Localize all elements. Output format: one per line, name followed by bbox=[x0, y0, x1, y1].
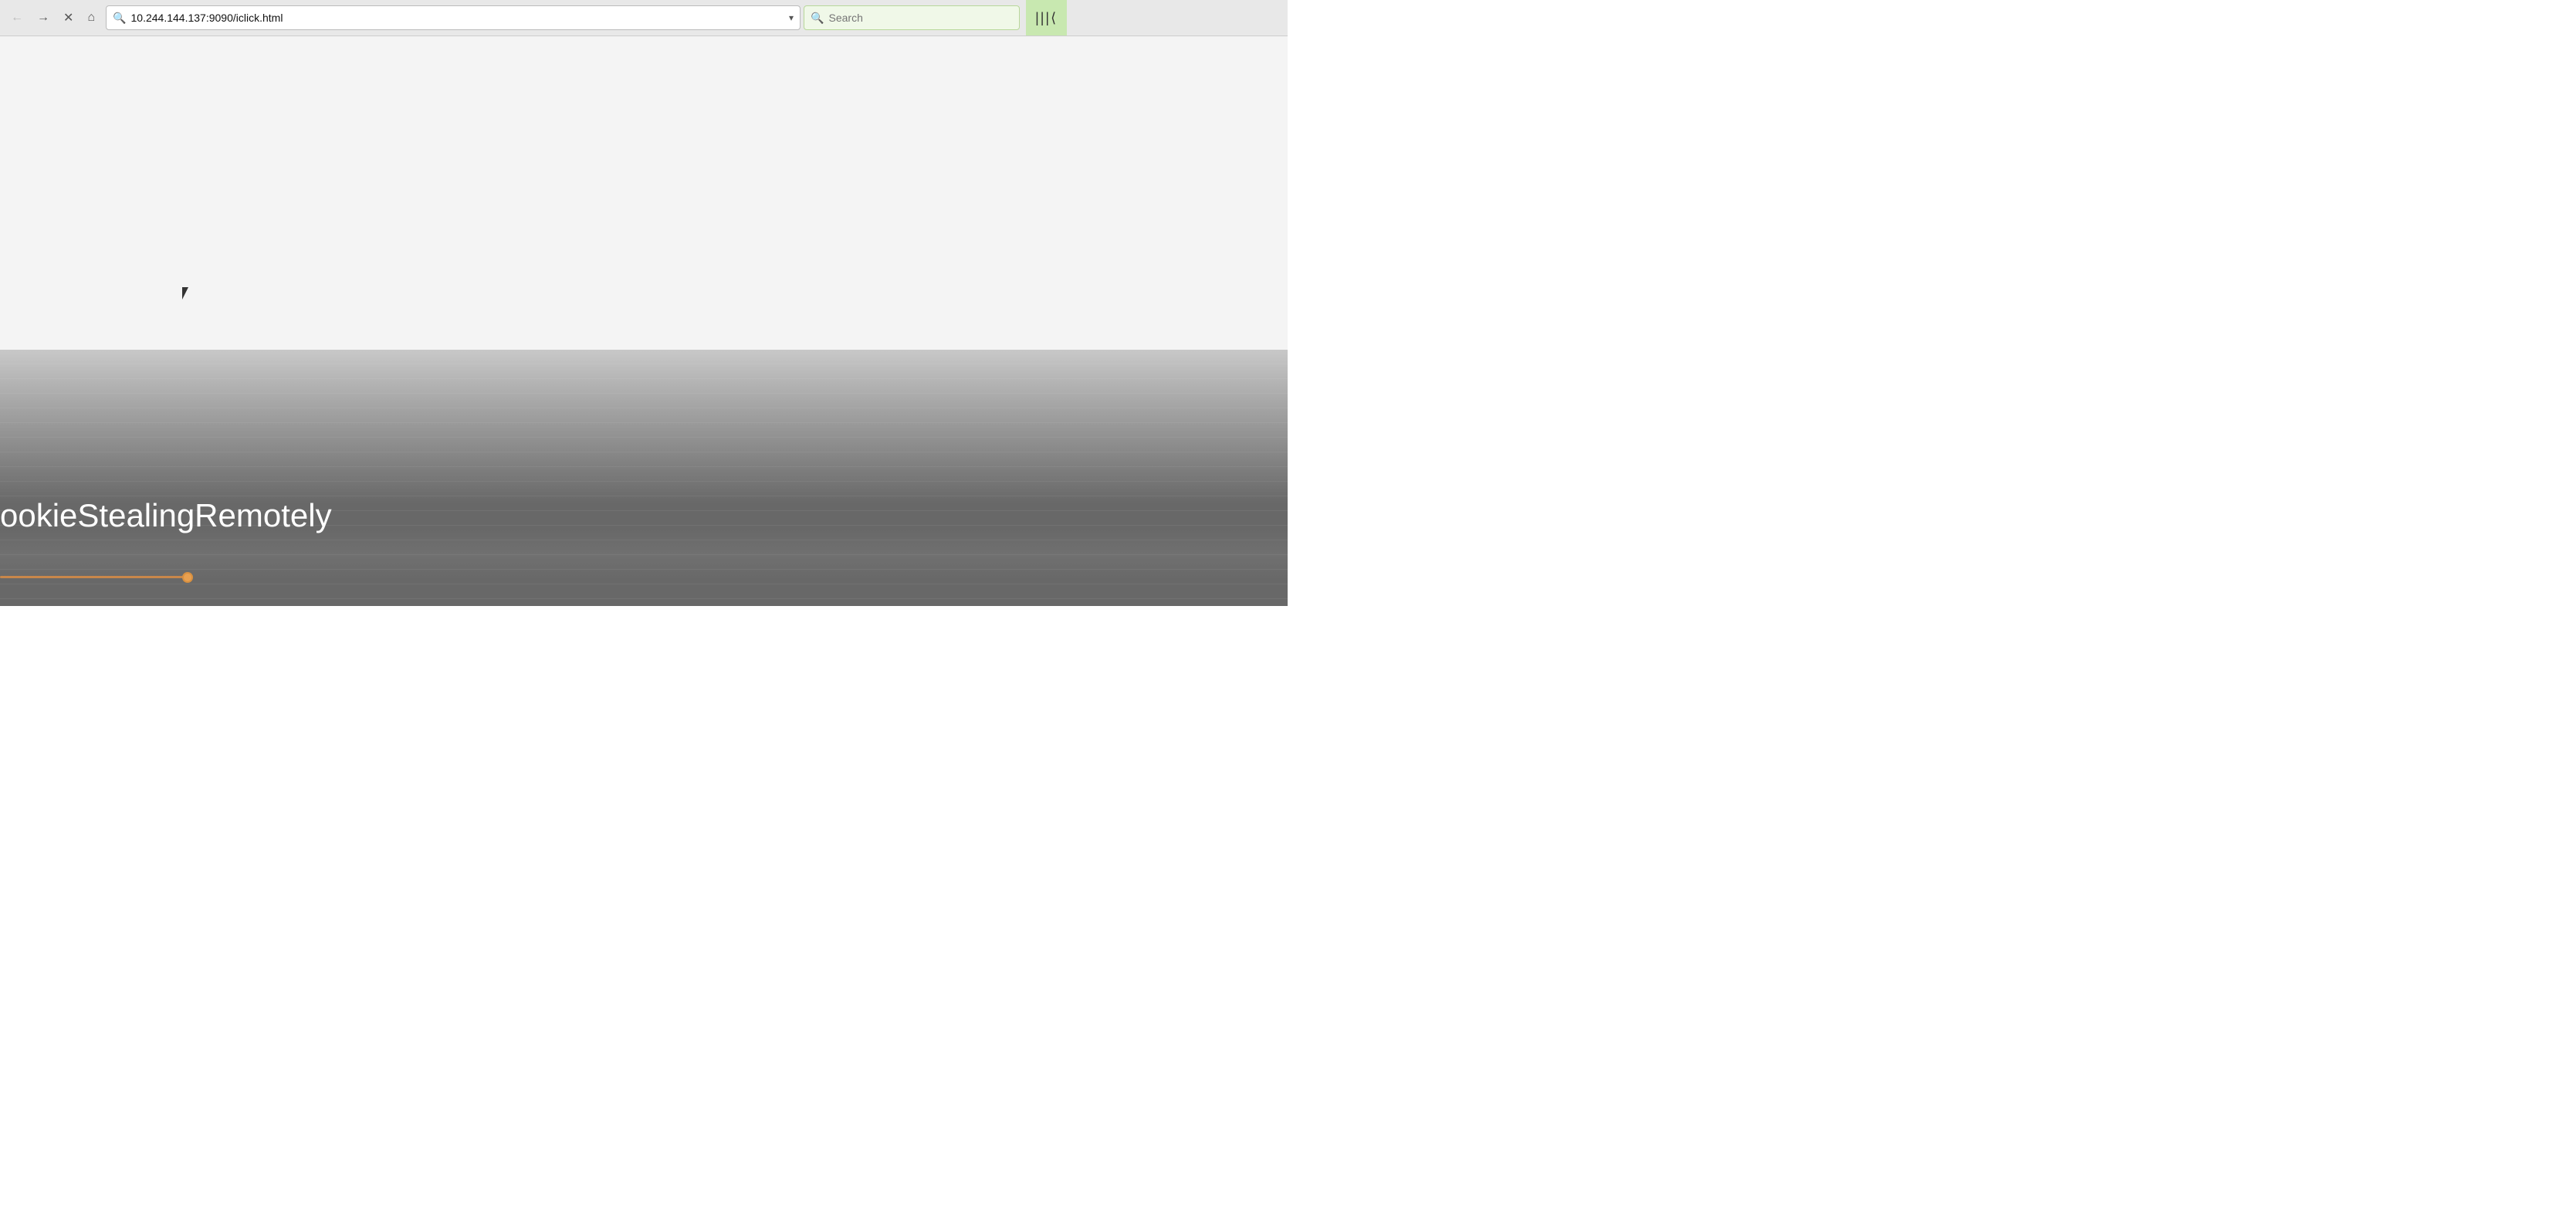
home-icon: ⌂ bbox=[87, 11, 95, 25]
nav-buttons: ← → ✕ ⌂ bbox=[6, 7, 100, 29]
search-icon: 🔍 bbox=[811, 12, 824, 25]
progress-track bbox=[0, 576, 193, 578]
browser-toolbar: ← → ✕ ⌂ 🔍 ▾ 🔍 |||⟨ bbox=[0, 0, 1288, 36]
url-input[interactable] bbox=[131, 12, 785, 24]
back-button[interactable]: ← bbox=[6, 8, 28, 28]
url-search-icon: 🔍 bbox=[113, 12, 126, 25]
forward-button[interactable]: → bbox=[32, 8, 54, 28]
page-gradient-area: ookieStealingRemotely bbox=[0, 350, 1288, 606]
page-white-area bbox=[0, 36, 1288, 350]
stop-icon: ✕ bbox=[63, 10, 73, 25]
search-bar[interactable]: 🔍 bbox=[804, 5, 1020, 30]
home-button[interactable]: ⌂ bbox=[83, 8, 100, 28]
search-input[interactable] bbox=[829, 12, 968, 24]
progress-thumb[interactable] bbox=[182, 572, 193, 583]
progress-bar-container[interactable] bbox=[0, 574, 193, 581]
toolbar-right-section: |||⟨ bbox=[1026, 0, 1067, 36]
back-icon: ← bbox=[11, 11, 23, 25]
url-bar[interactable]: 🔍 ▾ bbox=[106, 5, 801, 30]
page-content: ookieStealingRemotely bbox=[0, 36, 1288, 606]
forward-icon: → bbox=[37, 11, 49, 25]
url-dropdown-button[interactable]: ▾ bbox=[789, 12, 794, 23]
stripe-lines-overlay bbox=[0, 350, 1288, 606]
cookie-stealing-text: ookieStealingRemotely bbox=[0, 497, 332, 534]
stop-button[interactable]: ✕ bbox=[59, 7, 78, 29]
bookmarks-icon: |||⟨ bbox=[1035, 10, 1058, 26]
chevron-down-icon: ▾ bbox=[789, 12, 794, 23]
